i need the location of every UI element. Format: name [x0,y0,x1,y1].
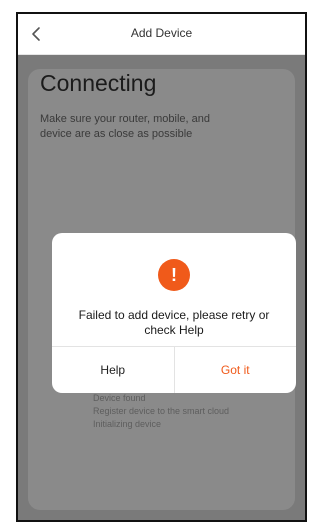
dialog-message: Failed to add device, please retry or ch… [64,308,284,338]
app-header: Add Device [18,14,305,55]
status-line: Register device to the smart cloud [93,406,230,416]
connection-status-list: Device found Register device to the smar… [93,392,293,431]
got-it-button[interactable]: Got it [175,347,297,393]
status-line: Initializing device [93,419,162,429]
help-button[interactable]: Help [52,347,175,393]
connecting-description: Make sure your router, mobile, and devic… [40,112,255,142]
dialog-actions: Help Got it [52,346,296,393]
status-line: Device found [93,393,146,403]
exclamation-alert-icon: ! [158,259,190,291]
description-line: Make sure your router, mobile, and [40,113,210,125]
dialog-message-line: Failed to add device, please retry or [78,308,270,322]
connecting-title: Connecting [40,70,157,96]
phone-screen: Add Device Connecting Make sure your rou… [16,12,307,522]
description-line: device are as close as possible [40,128,193,140]
dialog-message-line: check Help [144,323,204,337]
page-title: Add Device [130,26,193,40]
error-dialog: ! Failed to add device, please retry or … [52,233,296,393]
